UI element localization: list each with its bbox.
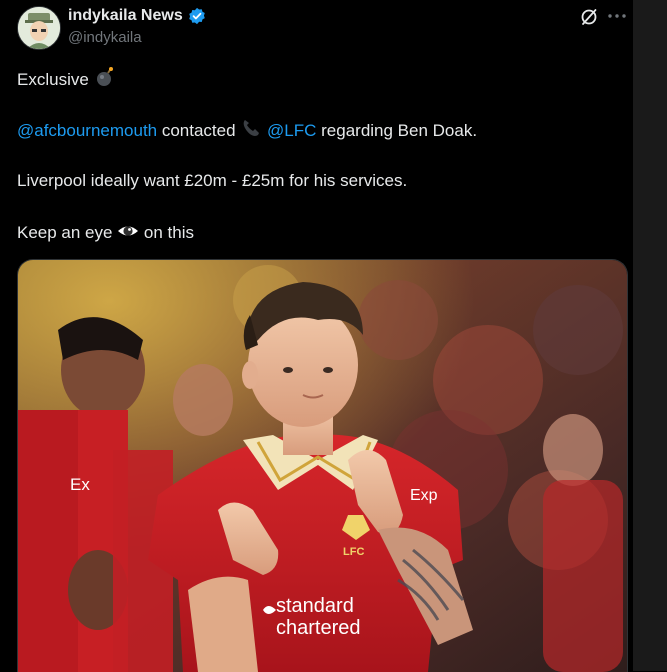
- photo-illustration: Ex LFC Exp standard chartered: [18, 260, 627, 672]
- tweet-line-exclusive: Exclusive: [17, 66, 116, 91]
- telephone-emoji-icon: [243, 120, 260, 136]
- grok-icon[interactable]: [579, 7, 599, 27]
- tweet-card[interactable]: indykaila News @indykaila Exclusive @afc…: [0, 0, 633, 672]
- left-player-sleeve-text: Ex: [70, 475, 90, 494]
- author-display-name[interactable]: indykaila News: [68, 6, 183, 26]
- shirt-sponsor-line1: standard: [276, 595, 354, 617]
- shirt-sponsor-line2: chartered: [276, 617, 361, 639]
- mention-afcbournemouth[interactable]: @afcbournemouth: [17, 121, 157, 140]
- tweet-text-exclusive: Exclusive: [17, 70, 89, 89]
- eye-emoji-icon: [118, 226, 139, 236]
- verified-badge-icon: [188, 7, 205, 25]
- tweet-text-contacted: contacted: [157, 121, 241, 140]
- tweet-text-regarding: regarding Ben Doak.: [316, 121, 478, 140]
- mention-lfc[interactable]: @LFC: [267, 121, 316, 140]
- window-edge: [633, 0, 667, 671]
- tweet-line-contacted: @afcbournemouth contacted @LFC regarding…: [17, 117, 477, 142]
- bomb-emoji-icon: [96, 67, 113, 86]
- tweet-text-on-this: on this: [139, 223, 195, 242]
- avatar-illustration: [18, 7, 60, 49]
- tweet-media-photo[interactable]: Ex LFC Exp standard chartered: [17, 259, 628, 672]
- author-handle[interactable]: @indykaila: [68, 28, 206, 48]
- shirt-sleeve-text: Exp: [410, 487, 438, 504]
- author-block: indykaila News @indykaila: [68, 6, 206, 48]
- tweet-line-price: Liverpool ideally want £20m - £25m for h…: [17, 171, 408, 190]
- avatar[interactable]: [17, 6, 61, 50]
- tweet-line-keep-eye: Keep an eye on this: [17, 221, 194, 244]
- tweet-text-keep-eye: Keep an eye: [17, 223, 118, 242]
- more-options-icon[interactable]: [606, 8, 628, 24]
- shirt-badge-text: LFC: [343, 546, 364, 558]
